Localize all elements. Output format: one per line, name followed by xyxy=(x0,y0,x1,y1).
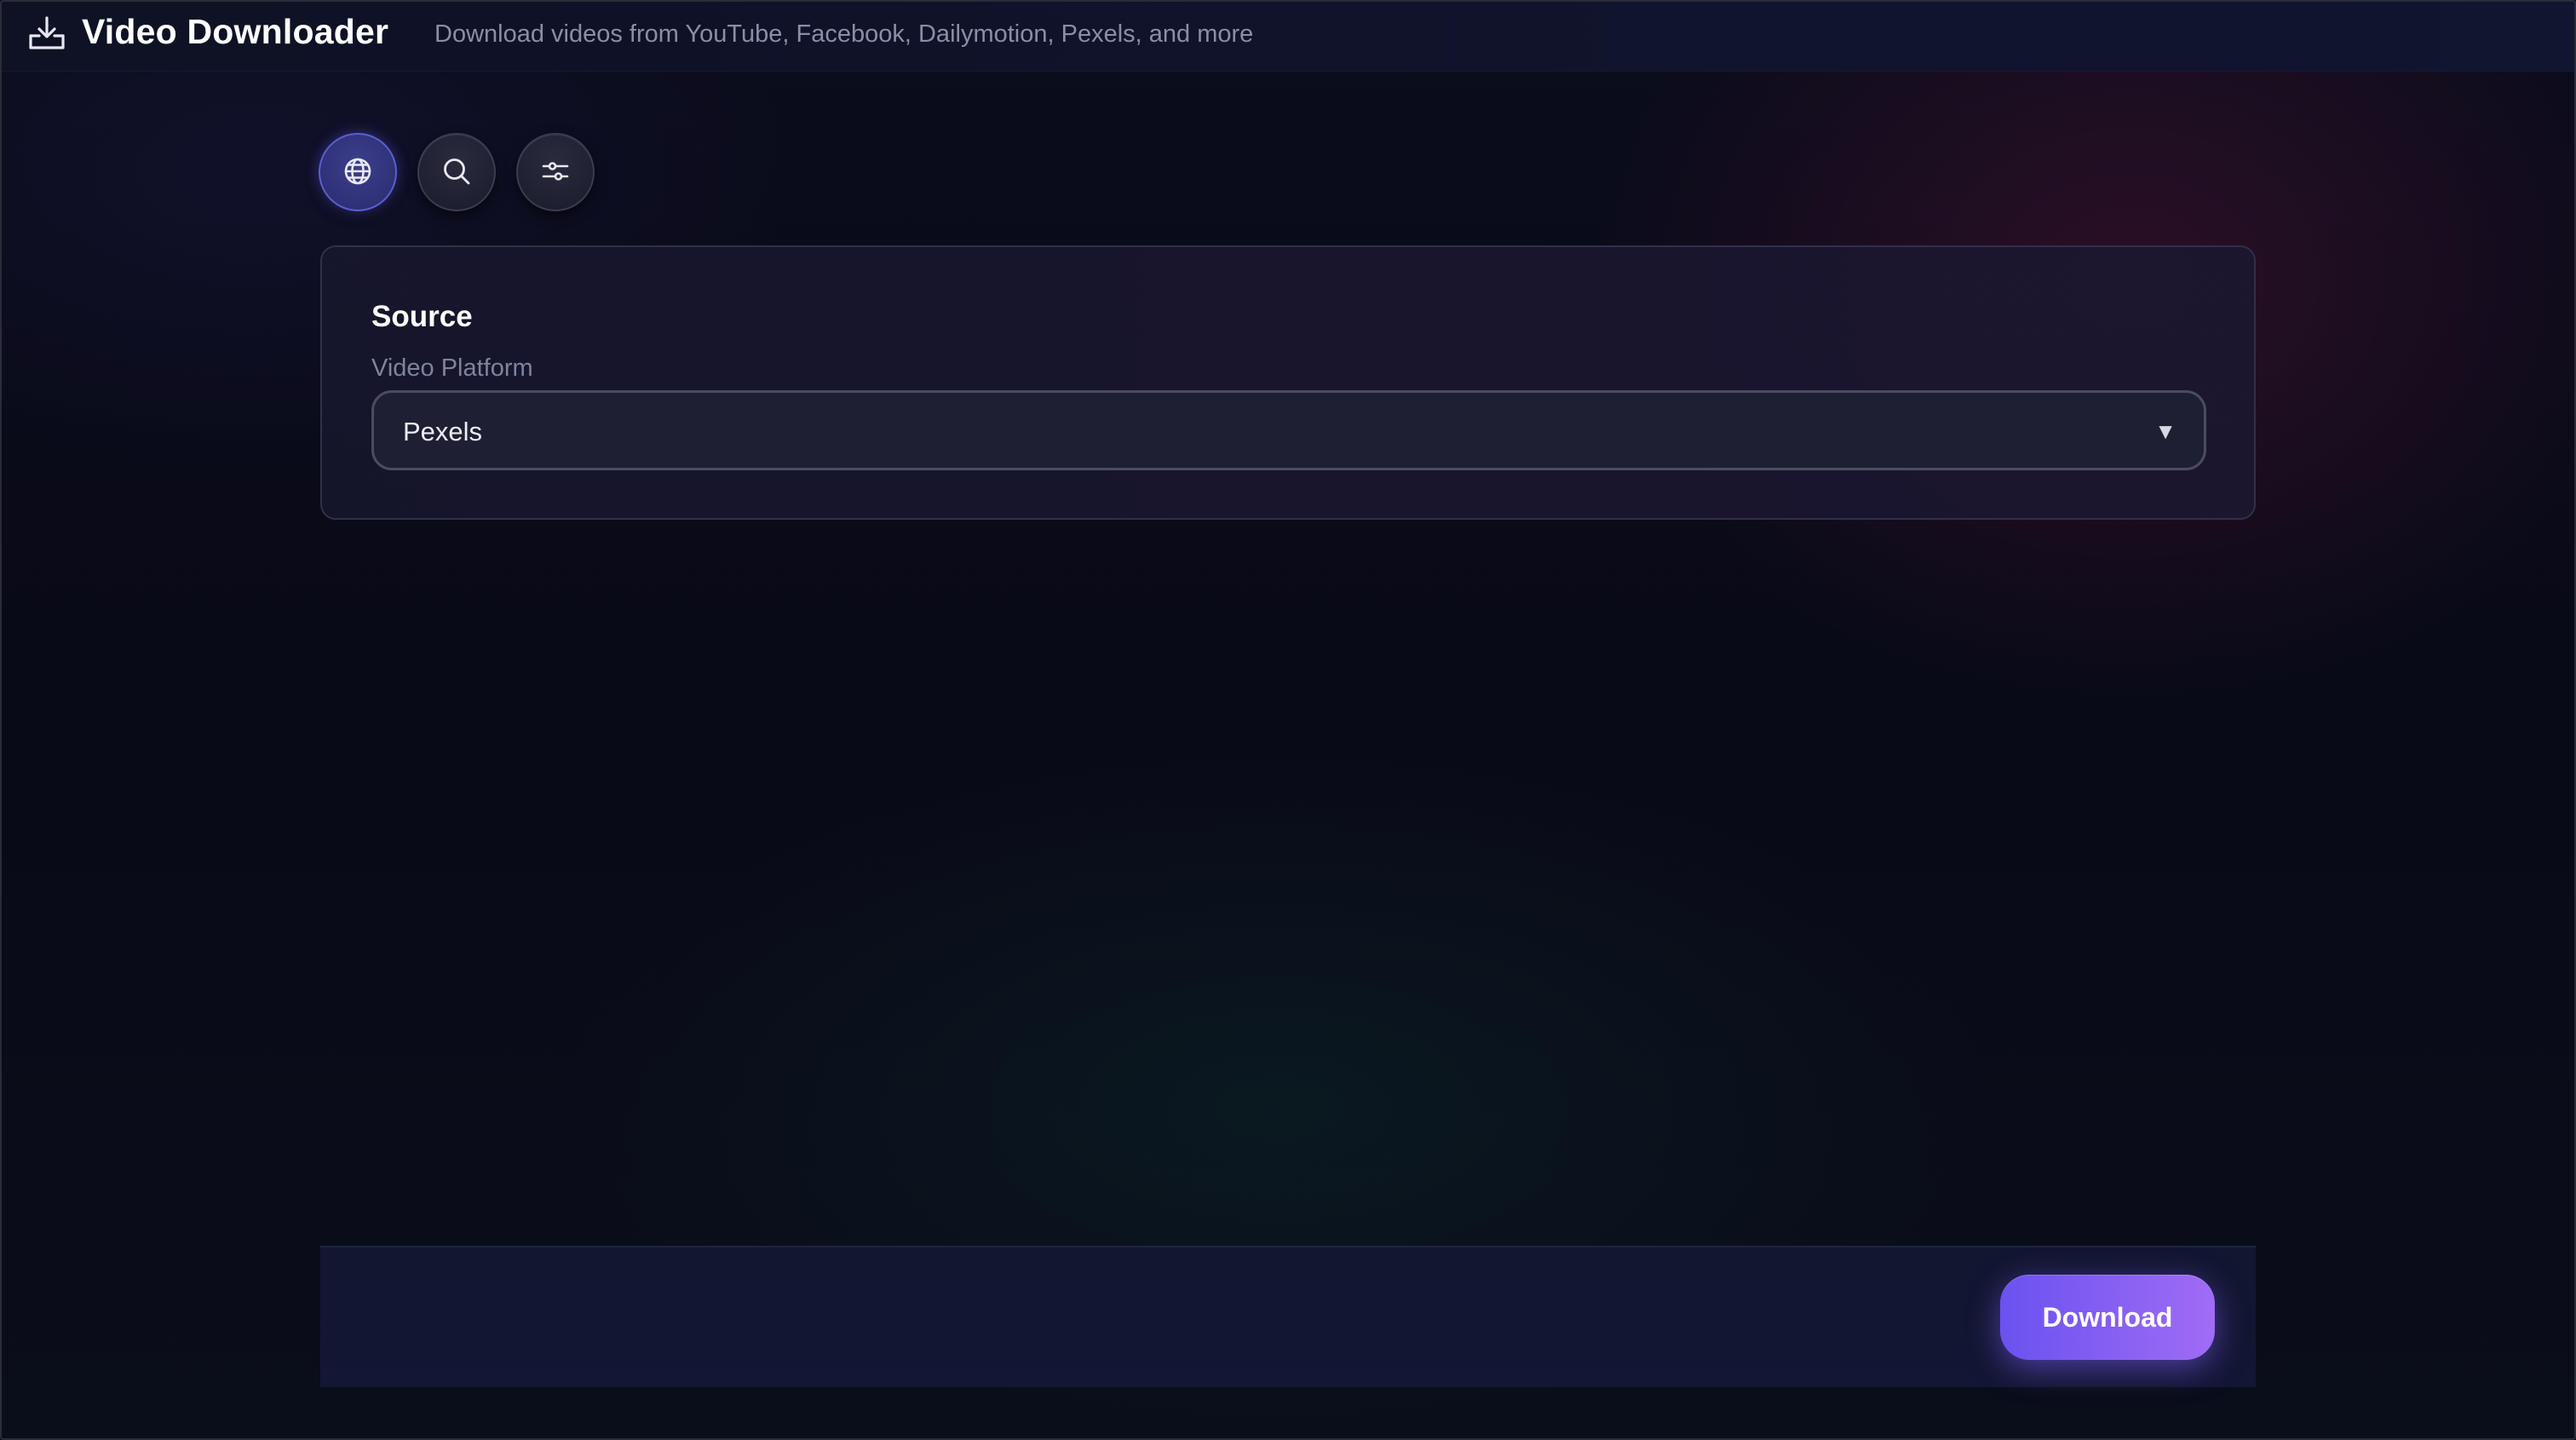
app-background xyxy=(0,0,2576,1440)
search-icon xyxy=(441,156,472,189)
globe-mode-button[interactable] xyxy=(319,133,397,211)
dropdown-caret-icon: ▼ xyxy=(2154,418,2176,444)
source-title: Source xyxy=(371,300,473,333)
settings-mode-button[interactable] xyxy=(516,133,595,211)
source-card: Source Video Platform Pexels ▼ xyxy=(320,245,2256,520)
action-footer xyxy=(320,1246,2256,1387)
app-title: Video Downloader xyxy=(82,12,389,51)
app-subtitle: Download videos from YouTube, Facebook, … xyxy=(434,20,1254,48)
platform-select[interactable]: Pexels ▼ xyxy=(371,390,2206,470)
platform-label: Video Platform xyxy=(371,354,533,382)
download-button[interactable]: Download xyxy=(2000,1275,2215,1360)
download-tray-icon xyxy=(27,15,66,51)
app-header: Video Downloader Download videos from Yo… xyxy=(0,0,2576,72)
globe-icon xyxy=(342,156,373,189)
search-mode-button[interactable] xyxy=(417,133,496,211)
mode-toolbar xyxy=(319,133,595,211)
platform-select-value: Pexels xyxy=(403,417,483,446)
sliders-icon xyxy=(540,156,571,189)
